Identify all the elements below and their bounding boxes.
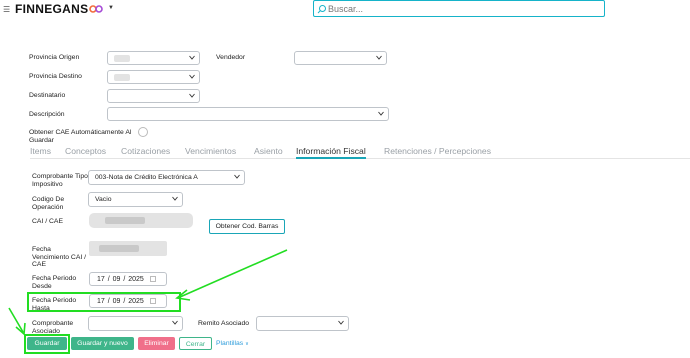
arrow-to-guardar <box>8 307 26 336</box>
annotation-arrows <box>8 249 288 336</box>
arrow-to-fecha-hasta <box>175 249 288 301</box>
